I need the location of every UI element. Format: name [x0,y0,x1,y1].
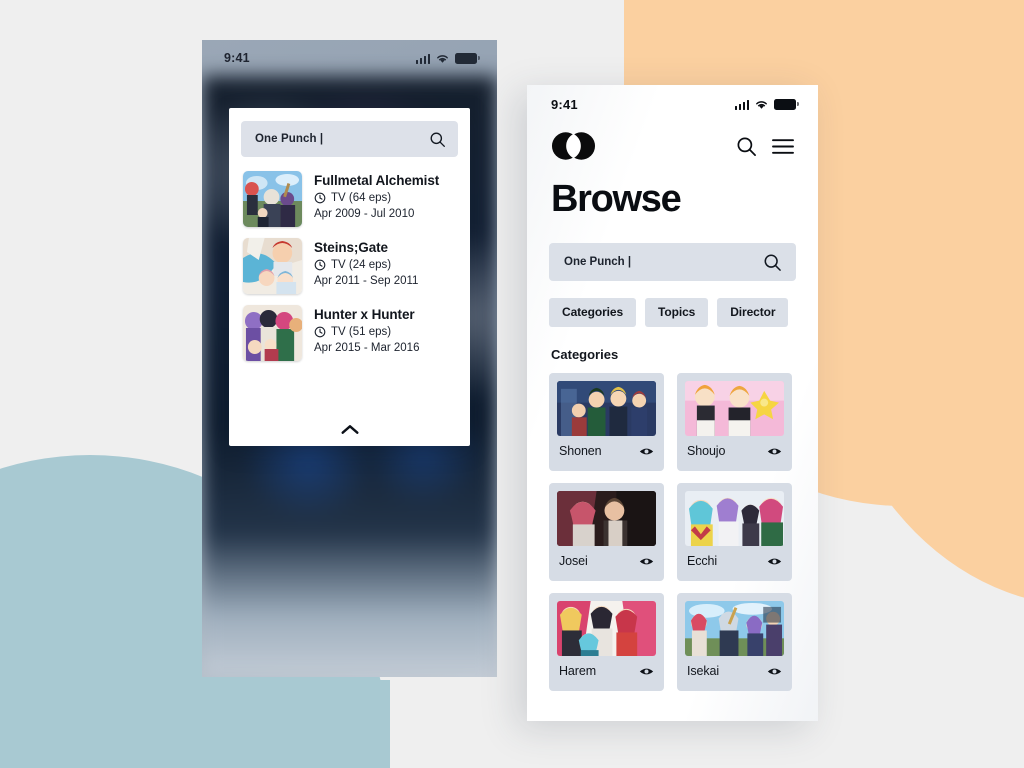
eye-icon[interactable] [639,446,654,457]
status-time: 9:41 [224,51,250,65]
category-card-harem[interactable]: Harem [549,593,664,691]
status-icons [415,52,480,64]
wifi-icon [437,54,448,63]
category-name: Josei [559,554,588,568]
right-phone-mockup: 9:41 Browse One Punch | Categories Topic… [527,85,818,721]
anime-type-label: TV (64 eps) [331,192,392,204]
right-status-bar: 9:41 [527,85,818,123]
category-artwork [685,601,784,656]
anime-title: Steins;Gate [314,240,388,255]
eye-icon[interactable] [639,556,654,567]
category-card-shonen[interactable]: Shonen [549,373,664,471]
category-card-ecchi[interactable]: Ecchi [677,483,792,581]
battery-icon [455,52,480,64]
category-name: Ecchi [687,554,718,568]
two-overlapping-circles-logo[interactable] [551,131,596,161]
filter-chip-row: Categories Topics Director [549,298,818,327]
category-footer: Shonen [557,436,656,458]
category-footer: Harem [557,656,656,678]
anime-type: TV (64 eps) [314,190,439,206]
category-artwork [557,491,656,546]
anime-dates: Apr 2009 - Jul 2010 [314,208,415,220]
collapse-sheet-button[interactable] [229,423,470,436]
anime-type-label: TV (51 eps) [331,326,392,338]
category-footer: Isekai [685,656,784,678]
chevron-up-icon[interactable] [339,423,361,436]
app-top-bar [527,123,818,161]
category-name: Harem [559,664,597,678]
anime-type: TV (51 eps) [314,324,419,340]
search-results-sheet: One Punch | Fullmetal Alchemist TV (64 e… [229,108,470,446]
search-input[interactable]: One Punch | [549,243,796,281]
anime-type-label: TV (24 eps) [331,259,392,271]
eye-icon[interactable] [767,556,782,567]
category-artwork [685,491,784,546]
mockup-scene: 9:41 One Punch | Fullmetal Alchemist TV … [0,0,1024,768]
top-bar-actions [736,136,794,157]
list-item[interactable]: Fullmetal Alchemist TV (64 eps) Apr 2009… [229,165,470,232]
list-item[interactable]: Hunter x Hunter TV (51 eps) Apr 2015 - M… [229,299,470,366]
search-input-value: One Punch | [255,133,324,145]
anime-dates: Apr 2015 - Mar 2016 [314,342,420,354]
search-icon[interactable] [763,253,782,272]
category-name: Shonen [559,444,602,458]
category-footer: Ecchi [685,546,784,568]
search-results-list: Fullmetal Alchemist TV (64 eps) Apr 2009… [229,165,470,366]
anime-type: TV (24 eps) [314,257,418,273]
category-footer: Josei [557,546,656,568]
anime-title: Fullmetal Alchemist [314,173,440,188]
clock-icon [314,259,326,271]
category-artwork [557,381,656,436]
left-phone-mockup: 9:41 One Punch | Fullmetal Alchemist TV … [202,40,497,677]
category-card-josei[interactable]: Josei [549,483,664,581]
eye-icon[interactable] [767,446,782,457]
hamburger-menu-icon[interactable] [772,138,794,155]
search-input[interactable]: One Punch | [241,121,458,157]
cellular-signal-icon [415,53,430,64]
category-name: Isekai [687,664,720,678]
battery-icon [774,98,799,110]
anime-title: Hunter x Hunter [314,307,415,322]
anime-thumbnail [243,171,302,227]
anime-dates: Apr 2011 - Sep 2011 [314,275,419,287]
anime-thumbnail [243,305,302,361]
search-input-value: One Punch | [564,256,632,268]
clock-icon [314,192,326,204]
search-icon[interactable] [736,136,757,157]
wifi-icon [756,100,767,109]
anime-thumbnail [243,238,302,294]
category-card-isekai[interactable]: Isekai [677,593,792,691]
category-name: Shoujo [687,444,726,458]
category-card-shoujo[interactable]: Shoujo [677,373,792,471]
filter-chip-director[interactable]: Director [717,298,789,327]
clock-icon [314,326,326,338]
category-footer: Shoujo [685,436,784,458]
eye-icon[interactable] [767,666,782,677]
filter-chip-categories[interactable]: Categories [549,298,637,327]
eye-icon[interactable] [639,666,654,677]
teal-blob-decoration-extension [0,680,390,768]
search-icon[interactable] [429,131,446,148]
result-text: Steins;Gate TV (24 eps) Apr 2011 - Sep 2… [314,238,418,289]
result-text: Fullmetal Alchemist TV (64 eps) Apr 2009… [314,171,439,222]
status-time: 9:41 [551,96,578,112]
category-artwork [557,601,656,656]
section-heading-categories: Categories [551,347,619,362]
filter-chip-topics[interactable]: Topics [645,298,709,327]
list-item[interactable]: Steins;Gate TV (24 eps) Apr 2011 - Sep 2… [229,232,470,299]
left-status-bar: 9:41 [202,40,497,76]
result-text: Hunter x Hunter TV (51 eps) Apr 2015 - M… [314,305,419,356]
status-icons [734,98,799,110]
cellular-signal-icon [734,99,749,110]
page-title: Browse [551,178,682,220]
category-artwork [685,381,784,436]
category-grid: Shonen Shoujo Josei Ecchi Harem Isekai [549,373,818,691]
